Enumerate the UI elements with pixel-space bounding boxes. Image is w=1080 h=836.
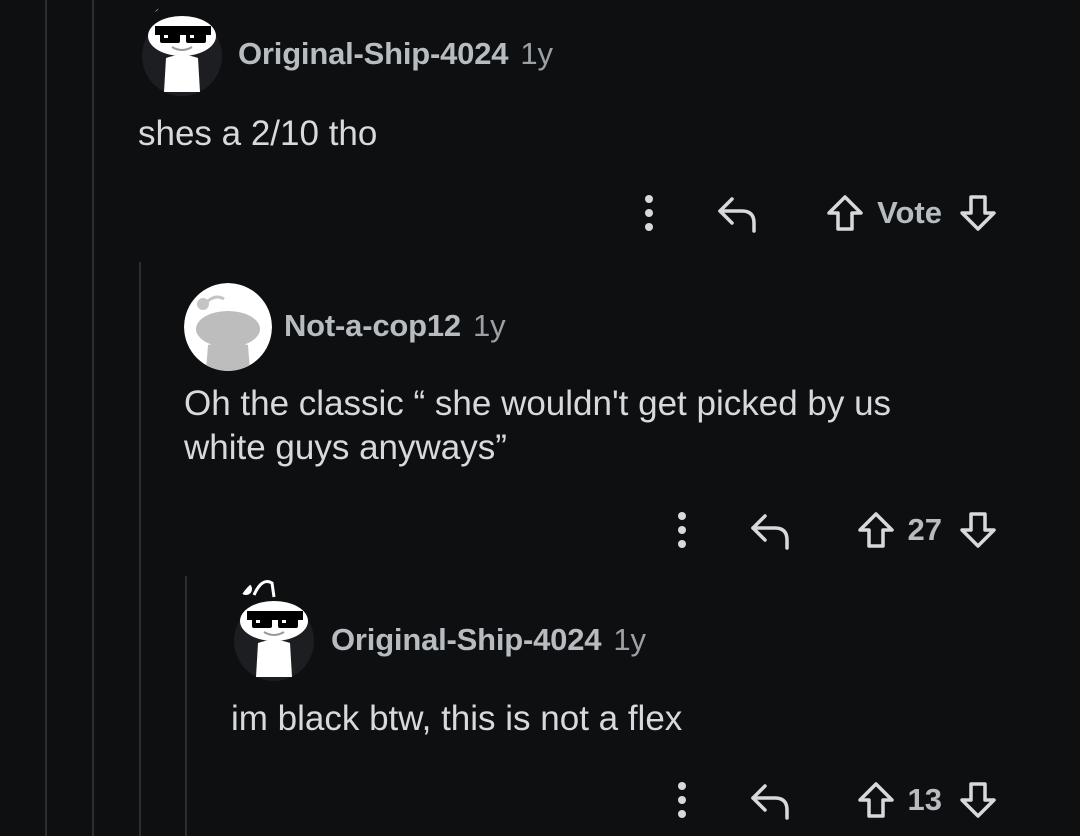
reply-icon[interactable] <box>746 510 794 550</box>
thread-line-1 <box>45 0 47 836</box>
reply-icon[interactable] <box>746 780 794 820</box>
comment-body-line-2: white guys anyways” <box>184 428 507 467</box>
thread-line-2 <box>92 0 94 836</box>
snoo-sunglasses-avatar-icon[interactable] <box>232 575 316 685</box>
username[interactable]: Original-Ship-4024 <box>238 36 509 72</box>
comment-age: 1y <box>520 36 554 71</box>
more-options-icon[interactable] <box>662 780 702 820</box>
upvote-icon[interactable] <box>823 193 867 233</box>
username[interactable]: Original-Ship-4024 <box>331 622 602 658</box>
comment-age: 1y <box>472 308 506 343</box>
downvote-icon[interactable] <box>956 193 1000 233</box>
upvote-icon[interactable] <box>854 510 898 550</box>
more-options-icon[interactable] <box>662 510 702 550</box>
vote-count: Vote <box>877 195 942 230</box>
comment-actions: 27 <box>662 510 1000 550</box>
thread-line-4 <box>185 576 187 836</box>
comment-header: Original-Ship-4024 1y <box>238 36 553 72</box>
vote-count: 13 <box>907 782 942 817</box>
comment-body: shes a 2/10 tho <box>138 114 378 153</box>
downvote-icon[interactable] <box>956 510 1000 550</box>
comment-header: Original-Ship-4024 1y <box>331 622 646 658</box>
snoo-sunglasses-avatar-icon[interactable] <box>140 0 224 100</box>
downvote-icon[interactable] <box>956 780 1000 820</box>
comment-actions: Vote <box>629 193 1000 233</box>
username[interactable]: Not-a-cop12 <box>284 308 461 344</box>
comment-body-line-1: Oh the classic “ she wouldn't get picked… <box>184 384 892 423</box>
reply-icon[interactable] <box>713 193 761 233</box>
vote-count: 27 <box>907 512 942 547</box>
thread-line-3 <box>139 262 141 836</box>
comment-actions: 13 <box>662 780 1000 820</box>
snoo-default-gray-avatar-icon[interactable] <box>184 283 272 371</box>
comment-age: 1y <box>613 622 647 657</box>
upvote-icon[interactable] <box>854 780 898 820</box>
comment-header: Not-a-cop12 1y <box>284 308 506 344</box>
more-options-icon[interactable] <box>629 193 669 233</box>
comment-body: im black btw, this is not a flex <box>231 699 683 738</box>
